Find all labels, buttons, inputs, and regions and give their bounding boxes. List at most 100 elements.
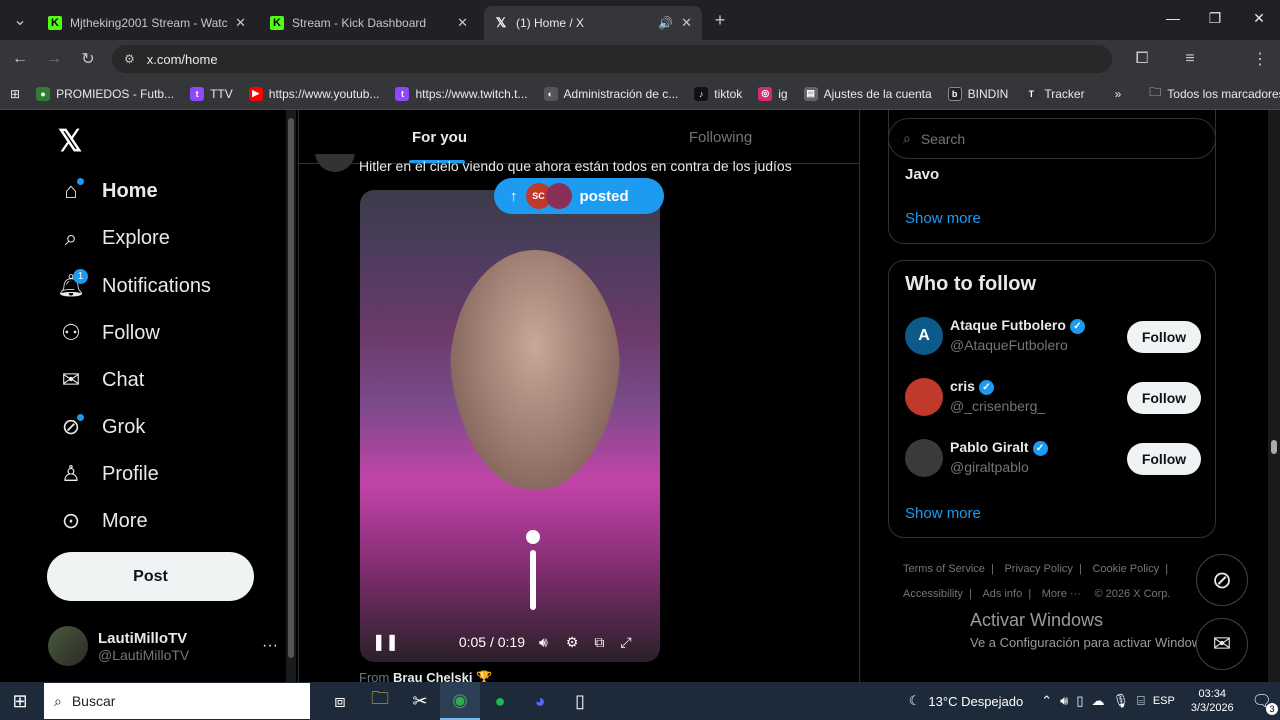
back-icon[interactable]: ← <box>6 45 34 73</box>
document-icon[interactable]: ▯ <box>560 682 600 720</box>
post-video[interactable]: ❚❚ 0:05 / 0:19 🔊︎ ⚙ ⧉ ⤢ <box>360 190 660 662</box>
tab-following[interactable]: Following <box>580 110 861 164</box>
spotify-icon[interactable]: ● <box>480 682 520 720</box>
bookmark-bindin[interactable]: b BINDIN <box>940 86 1017 101</box>
footer-link[interactable]: More ··· <box>1042 588 1081 600</box>
sidebar-scrollbar[interactable] <box>286 110 296 682</box>
notification-center-icon[interactable]: 🗨︎ 3 <box>1252 691 1278 715</box>
nav-more[interactable]: ⊙ More <box>58 503 148 539</box>
follow-suggestion[interactable]: A Ataque Futbolero ✓ @AtaqueFutbolero Fol… <box>905 317 1201 365</box>
verified-icon: ✓ <box>1032 440 1048 456</box>
extensions-icon[interactable]: ⧠ <box>1128 45 1156 73</box>
media-control-icon[interactable]: ≡ <box>1176 45 1204 73</box>
cloud-icon[interactable]: ☁ <box>1092 693 1105 709</box>
task-view-icon[interactable]: ⧈ <box>320 682 360 720</box>
discord-icon[interactable]: ◕ <box>520 682 560 720</box>
bookmark-ajustes[interactable]: ▤ Ajustes de la cuenta <box>796 86 940 101</box>
footer-link[interactable]: Cookie Policy <box>1092 563 1159 575</box>
battery-icon[interactable]: ▯ <box>1076 693 1083 709</box>
windows-start-icon[interactable]: ⊞ <box>0 682 40 720</box>
bookmark-label: TTV <box>210 86 233 101</box>
browser-tab-3[interactable]: 𝕏 (1) Home / X 🔊 ✕ <box>484 6 702 40</box>
speaker-icon[interactable]: 🔊︎ <box>1060 693 1068 709</box>
bookmark-youtube[interactable]: ▶ https://www.youtub... <box>241 86 388 101</box>
capcut-icon[interactable]: ✂ <box>400 682 440 720</box>
trend-item[interactable]: Javo <box>905 166 939 183</box>
fullscreen-icon[interactable]: ⤢ <box>620 634 631 651</box>
chrome-icon[interactable]: ◉ <box>440 682 480 720</box>
window-close-icon[interactable]: ✕ <box>1236 0 1280 36</box>
all-bookmarks[interactable]: 🗀 Todos los marcadores <box>1141 83 1280 104</box>
reload-icon[interactable]: ↻ <box>74 45 102 73</box>
page-scrollbar[interactable] <box>1268 110 1280 682</box>
show-more-link[interactable]: Show more <box>905 505 981 522</box>
browser-tab-1[interactable]: K Mjtheking2001 Stream - Watch ✕ <box>38 6 256 40</box>
new-posts-pill[interactable]: ↑ SC posted <box>494 178 664 214</box>
taskbar-search-input[interactable]: ⌕ Buscar <box>44 683 310 719</box>
volume-icon[interactable]: 🔊︎ <box>539 634 548 651</box>
browser-tab-2[interactable]: K Stream - Kick Dashboard ✕ <box>260 6 478 40</box>
footer-link[interactable]: Accessibility <box>903 588 963 600</box>
more-dots-icon[interactable]: ··· <box>262 637 278 655</box>
bookmark-ttv[interactable]: t TTV <box>182 86 241 101</box>
speaker-icon[interactable]: 🔊 <box>658 16 673 30</box>
mic-icon[interactable]: 🎙︎ <box>1113 693 1130 709</box>
settings-icon[interactable]: ⚙ <box>566 634 579 651</box>
minimize-icon[interactable]: — <box>1150 0 1196 36</box>
footer-link[interactable]: Privacy Policy <box>1004 563 1072 575</box>
bookmarks-overflow[interactable]: » <box>1107 87 1130 101</box>
pause-icon[interactable]: ❚❚ <box>372 632 399 652</box>
network-icon[interactable]: ⌸ <box>1137 693 1145 709</box>
file-explorer-icon[interactable]: 🗀 <box>360 682 400 720</box>
close-icon[interactable]: ✕ <box>235 15 246 31</box>
from-name[interactable]: Brau Chelski 🏆 <box>393 670 492 682</box>
site-info-icon[interactable]: ⚙ <box>124 52 135 66</box>
volume-slider[interactable] <box>530 550 536 610</box>
footer-link[interactable]: Ads info <box>982 588 1022 600</box>
language-indicator[interactable]: ESP <box>1153 695 1175 707</box>
bookmark-tracker[interactable]: T Tracker <box>1016 86 1092 101</box>
follow-suggestion[interactable]: Pablo Giralt ✓ @giraltpablo Follow <box>905 439 1201 487</box>
pip-icon[interactable]: ⧉ <box>594 634 604 651</box>
follow-button[interactable]: Follow <box>1127 443 1201 475</box>
follow-suggestion[interactable]: cris ✓ @_crisenberg_ Follow <box>905 378 1201 426</box>
maximize-icon[interactable]: ❐ <box>1192 0 1238 36</box>
grok-fab-icon[interactable]: ⊘ <box>1196 554 1248 606</box>
nav-chat[interactable]: ✉ Chat <box>58 362 144 398</box>
account-switcher[interactable]: LautiMilloTV @LautiMilloTV ··· <box>48 620 278 672</box>
follow-button[interactable]: Follow <box>1127 321 1201 353</box>
close-icon[interactable]: ✕ <box>457 15 468 31</box>
close-icon[interactable]: ✕ <box>681 15 692 31</box>
nav-profile[interactable]: ♙ Profile <box>58 456 159 492</box>
new-tab-icon[interactable]: + <box>706 6 734 34</box>
nav-home[interactable]: ⌂ Home <box>58 173 158 209</box>
address-bar[interactable]: ⚙ x.com/home <box>112 45 1112 73</box>
bookmark-promiedos[interactable]: ● PROMIEDOS - Futb... <box>28 86 182 101</box>
trends-card: Javo Show more <box>888 110 1216 244</box>
bell-icon: 🔔︎ 1 <box>57 269 88 299</box>
messages-fab-icon[interactable]: ✉ <box>1196 618 1248 670</box>
nav-explore[interactable]: ⌕ Explore <box>58 220 170 256</box>
tab-search-icon[interactable]: ⌄ <box>6 6 34 34</box>
volume-slider-knob[interactable] <box>526 530 540 544</box>
apps-icon[interactable]: ⊞ <box>0 87 28 101</box>
clock[interactable]: 03:34 3/3/2026 <box>1191 687 1234 715</box>
footer-link[interactable]: Terms of Service <box>903 563 985 575</box>
bookmark-admin[interactable]: ◐ Administración de c... <box>536 86 687 101</box>
show-more-link[interactable]: Show more <box>905 210 981 227</box>
bookmark-ig[interactable]: ◎ ig <box>750 86 795 101</box>
nav-notifications[interactable]: 🔔︎ 1 Notifications <box>57 268 211 304</box>
chevron-up-icon[interactable]: ⌃ <box>1041 693 1052 709</box>
nav-label: More <box>102 509 148 532</box>
weather-text[interactable]: 13°C Despejado <box>928 694 1023 709</box>
chrome-menu-icon[interactable]: ⋮ <box>1246 45 1274 73</box>
author-avatar[interactable] <box>315 154 355 174</box>
follow-button[interactable]: Follow <box>1127 382 1201 414</box>
bookmark-tiktok[interactable]: ♪ tiktok <box>686 86 750 101</box>
bookmark-twitch[interactable]: t https://www.twitch.t... <box>387 86 535 101</box>
forward-icon[interactable]: → <box>40 45 68 73</box>
post-button[interactable]: Post <box>47 552 254 601</box>
nav-grok[interactable]: ⊘ Grok <box>58 409 145 445</box>
x-logo-icon[interactable]: 𝕏 <box>58 124 82 159</box>
nav-follow[interactable]: ⚇ Follow <box>58 315 160 351</box>
